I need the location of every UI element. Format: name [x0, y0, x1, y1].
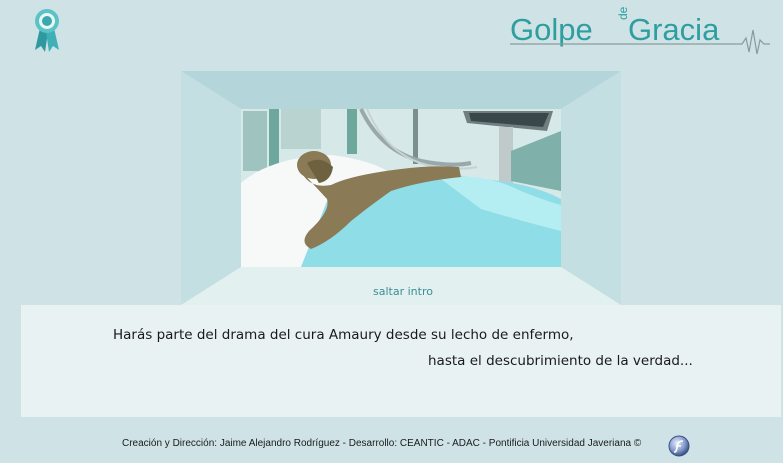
skip-intro-link[interactable]: saltar intro — [360, 285, 446, 298]
footer-credits: Creación y Dirección: Jaime Alejandro Ro… — [122, 438, 642, 449]
intro-text-panel: Harás parte del drama del cura Amaury de… — [21, 305, 781, 417]
heartbeat-line-icon — [510, 29, 770, 55]
intro-scene — [181, 71, 621, 305]
flash-player-icon[interactable] — [668, 435, 690, 457]
intro-line-2: hasta el descubrimiento de la verdad... — [428, 353, 693, 369]
award-ribbon-icon — [32, 8, 62, 54]
intro-line-1: Harás parte del drama del cura Amaury de… — [113, 327, 574, 343]
golpe-de-gracia-logo: Golpe de Gracia — [506, 7, 772, 56]
